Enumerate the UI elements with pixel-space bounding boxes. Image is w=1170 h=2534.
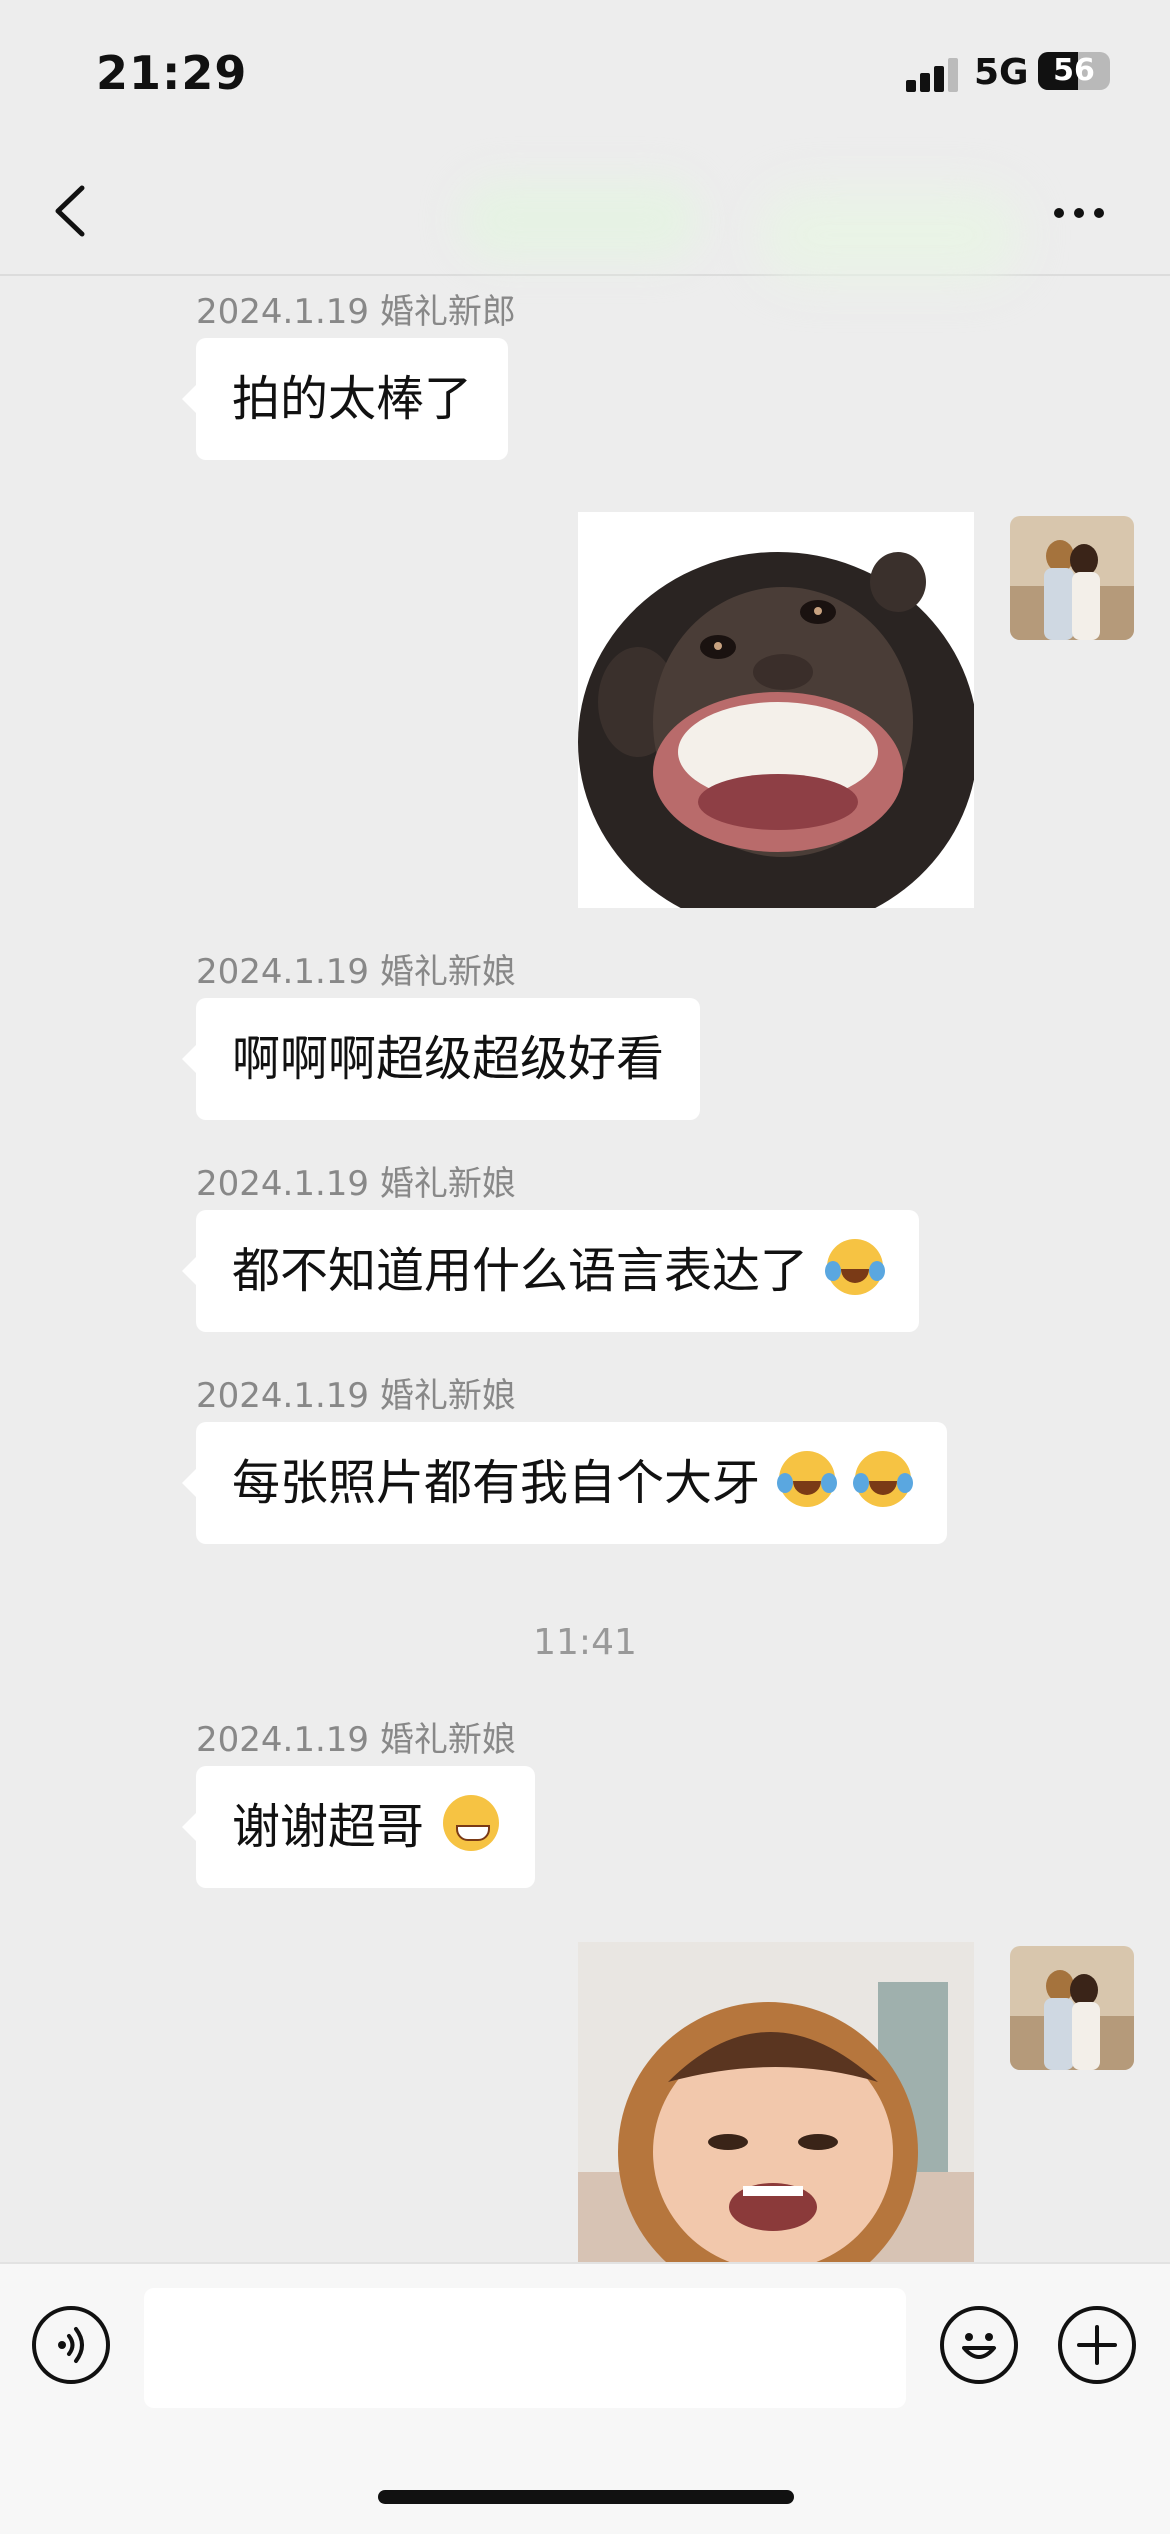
laugh-cry-emoji xyxy=(825,1239,886,1295)
more-dots-icon xyxy=(1054,208,1064,218)
message-text: 拍的太棒了 xyxy=(232,371,473,427)
back-button[interactable] xyxy=(40,176,110,246)
couple-photo-icon xyxy=(1010,516,1134,640)
home-indicator[interactable] xyxy=(378,2490,794,2504)
message-sender: 2024.1.19 婚礼新郎 xyxy=(196,292,516,332)
voice-icon xyxy=(58,2327,84,2363)
message-bubble[interactable]: 拍的太棒了 xyxy=(181,338,509,460)
message-text: 都不知道用什么语言表达了 xyxy=(232,1243,809,1299)
network-type: 5G xyxy=(974,52,1029,93)
status-time: 21:29 xyxy=(96,46,248,100)
message-bubble[interactable]: 谢谢超哥 xyxy=(181,1766,536,1888)
blurred-title-extra xyxy=(760,190,1020,280)
emoji-button[interactable] xyxy=(940,2306,1018,2384)
battery-percent: 56 xyxy=(1053,53,1095,88)
signal-icon xyxy=(906,58,958,92)
status-bar: 21:29 5G 56 xyxy=(0,0,1170,150)
message-bubble[interactable]: 啊啊啊超级超级好看 xyxy=(181,998,701,1120)
message-bubble[interactable]: 都不知道用什么语言表达了 xyxy=(181,1210,920,1332)
laugh-cry-emoji xyxy=(777,1451,838,1507)
battery-icon: 56 xyxy=(1038,52,1110,90)
voice-button[interactable] xyxy=(32,2306,110,2384)
plus-button[interactable] xyxy=(1058,2306,1136,2384)
chat-area[interactable]: 2024.1.19 婚礼新郎 拍的太棒了 2024.1.19 婚礼新娘 啊啊啊超… xyxy=(0,276,1170,2262)
message-sender: 2024.1.19 婚礼新娘 xyxy=(196,1720,516,1760)
chevron-left-icon xyxy=(55,185,85,237)
laughing-baby-sticker xyxy=(578,1942,974,2262)
emoji-icon xyxy=(962,2333,996,2359)
more-button[interactable] xyxy=(1048,176,1128,246)
my-avatar[interactable] xyxy=(1010,1946,1134,2070)
sticker-message[interactable] xyxy=(578,512,974,908)
laugh-cry-emoji xyxy=(852,1451,913,1507)
message-sender: 2024.1.19 婚礼新娘 xyxy=(196,952,516,992)
time-divider: 11:41 xyxy=(533,1622,637,1663)
message-bubble[interactable]: 每张照片都有我自个大牙 xyxy=(182,1422,947,1544)
message-text: 啊啊啊超级超级好看 xyxy=(232,1031,665,1087)
message-sender: 2024.1.19 婚礼新娘 xyxy=(196,1376,516,1416)
nav-bar xyxy=(0,150,1170,280)
blurred-title xyxy=(460,180,700,260)
sticker-message[interactable] xyxy=(578,1942,974,2262)
plus-icon xyxy=(1077,2325,1117,2365)
grinning-chimp-sticker xyxy=(578,512,974,908)
couple-photo-icon xyxy=(1010,1946,1134,2070)
grin-emoji xyxy=(443,1795,500,1851)
message-text: 谢谢超哥 xyxy=(232,1799,425,1855)
message-sender: 2024.1.19 婚礼新娘 xyxy=(196,1164,516,1204)
message-input[interactable] xyxy=(144,2288,906,2408)
message-text: 每张照片都有我自个大牙 xyxy=(232,1455,761,1511)
my-avatar[interactable] xyxy=(1010,516,1134,640)
